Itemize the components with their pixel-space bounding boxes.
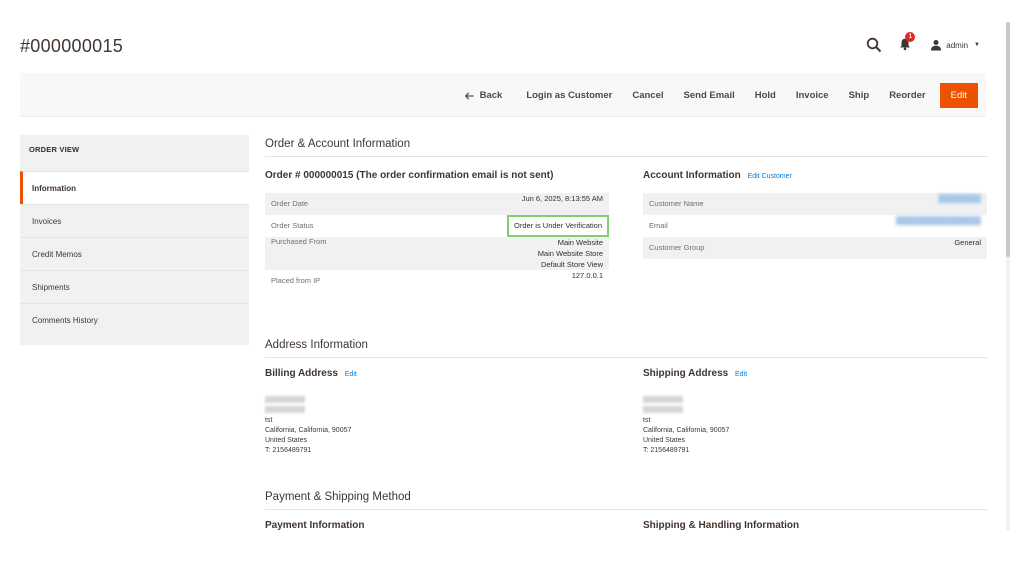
back-button[interactable]: Back	[455, 83, 517, 108]
shipping-address-block: Shipping Address Edit tst California, Ca…	[643, 368, 748, 454]
reorder-button[interactable]: Reorder	[879, 83, 935, 108]
shipping-edit-link[interactable]: Edit	[735, 371, 747, 378]
customer-group: General	[954, 238, 981, 247]
table-row: Placed from IP 127.0.0.1	[265, 270, 609, 292]
header-actions: 1 admin ▼	[866, 32, 980, 54]
redacted-line	[265, 396, 305, 403]
page-scrollbar[interactable]	[1006, 22, 1010, 530]
payment-shipping-section: Payment & Shipping Method	[265, 491, 987, 510]
table-row: Customer Name ████████	[643, 193, 987, 215]
order-heading: Order # 000000015 (The order confirmatio…	[265, 170, 554, 181]
section-title-payment: Payment & Shipping Method	[265, 491, 987, 510]
redacted-line	[643, 406, 683, 413]
scrollbar-thumb[interactable]	[1006, 22, 1010, 257]
account-info-block: Account Information Edit Customer Custom…	[643, 170, 987, 259]
sidebar-item-information[interactable]: Information	[20, 171, 249, 204]
admin-username: admin	[946, 40, 969, 50]
section-title-order-account: Order & Account Information	[265, 138, 987, 157]
invoice-button[interactable]: Invoice	[786, 83, 839, 108]
sidebar-title: ORDER VIEW	[29, 145, 80, 154]
edit-button[interactable]: Edit	[939, 83, 978, 108]
sidebar-item-invoices[interactable]: Invoices	[20, 204, 249, 237]
billing-edit-link[interactable]: Edit	[345, 371, 357, 378]
billing-address-block: Billing Address Edit tst California, Cal…	[265, 368, 357, 454]
payment-info-heading: Payment Information	[265, 520, 365, 531]
purchased-from-value: Main Website Main Website Store Default …	[537, 238, 603, 269]
table-row: Order Date Jun 6, 2025, 8:13:55 AM	[265, 193, 609, 215]
notifications-badge: 1	[905, 32, 916, 42]
hold-button[interactable]: Hold	[745, 83, 786, 108]
order-account-section: Order & Account Information	[265, 138, 987, 157]
chevron-down-icon: ▼	[974, 42, 980, 48]
order-info-table: Order Date Jun 6, 2025, 8:13:55 AM Order…	[265, 193, 609, 292]
account-heading: Account Information Edit Customer	[643, 170, 792, 181]
login-as-customer-button[interactable]: Login as Customer	[516, 83, 622, 108]
sidebar-item-credit-memos[interactable]: Credit Memos	[20, 237, 249, 270]
notifications-button[interactable]: 1	[898, 32, 916, 53]
customer-name-redacted: ████████	[938, 194, 981, 203]
table-row: Purchased From Main Website Main Website…	[265, 237, 609, 270]
ship-button[interactable]: Ship	[839, 83, 880, 108]
page-title: #000000015	[20, 36, 124, 56]
sidebar-item-shipments[interactable]: Shipments	[20, 270, 249, 303]
admin-user-menu[interactable]: admin ▼	[930, 39, 980, 51]
table-row: Customer Group General	[643, 237, 987, 259]
send-email-button[interactable]: Send Email	[674, 83, 745, 108]
redacted-line	[643, 396, 683, 403]
search-icon[interactable]	[866, 37, 882, 53]
user-icon	[931, 40, 942, 51]
address-section: Address Information	[265, 339, 987, 358]
order-info-block: Order # 000000015 (The order confirmatio…	[265, 170, 609, 292]
table-row: Email ████████████████	[649, 216, 981, 230]
customer-email-redacted[interactable]: ████████████████	[896, 216, 981, 225]
placed-from-ip: 127.0.0.1	[571, 271, 603, 280]
edit-customer-link[interactable]: Edit Customer	[748, 173, 792, 180]
order-status-value: Order is Under Verification	[507, 215, 609, 237]
redacted-line	[265, 406, 305, 413]
cancel-button[interactable]: Cancel	[622, 83, 673, 108]
table-row: Order Status Order is Under Verification	[265, 215, 609, 237]
arrow-left-icon	[464, 91, 474, 100]
shipping-info-heading: Shipping & Handling Information	[643, 520, 800, 531]
section-title-address: Address Information	[265, 339, 987, 358]
account-info-table: Customer Name ████████ Email ███████████…	[643, 193, 987, 259]
order-view-sidebar: ORDER VIEW Information Invoices Credit M…	[20, 135, 249, 345]
order-date: Jun 6, 2025, 8:13:55 AM	[521, 194, 603, 203]
order-toolbar: Back Login as Customer Cancel Send Email…	[20, 73, 986, 117]
sidebar-item-comments-history[interactable]: Comments History	[20, 303, 249, 336]
